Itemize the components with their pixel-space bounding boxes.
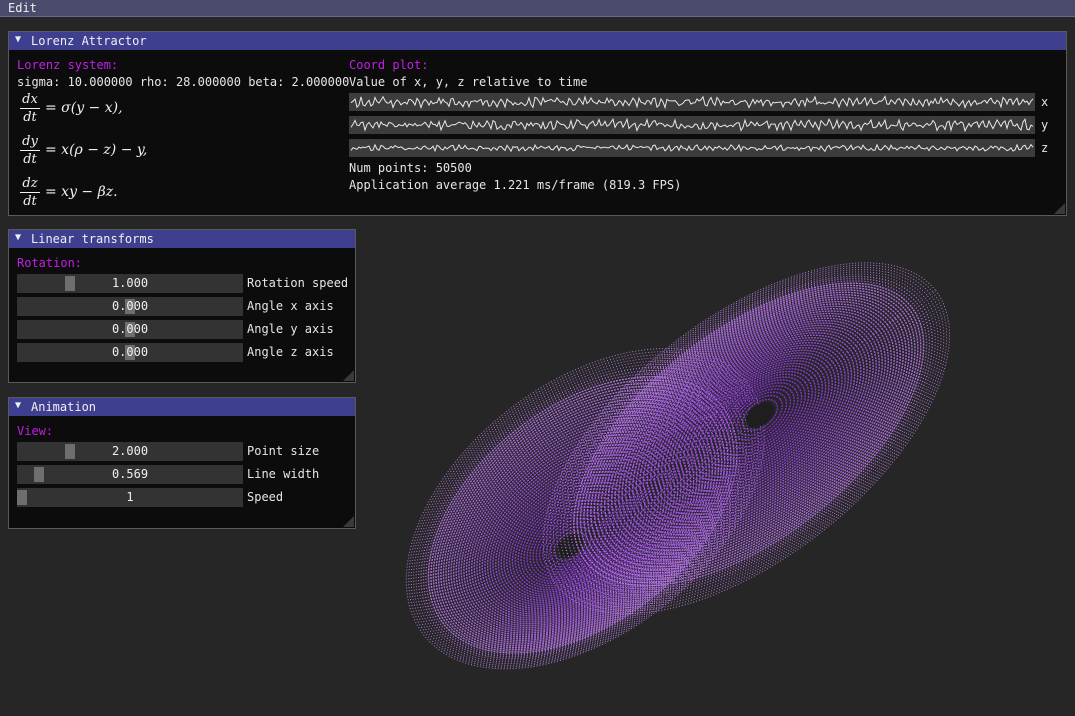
plot-label-z: z — [1041, 141, 1049, 155]
slider-value: 1.000 — [111, 276, 149, 290]
lorenz-window-titlebar[interactable]: ▼ Lorenz Attractor — [9, 32, 1066, 50]
linear-transforms-window: ▼ Linear transforms Rotation: 1.000 Rota… — [8, 229, 356, 383]
slider-value: 1 — [126, 490, 134, 504]
point-size-label: Point size — [247, 444, 320, 458]
eq-denominator: dt — [23, 110, 37, 125]
slider-value: 0.569 — [111, 467, 149, 481]
speed-slider[interactable]: 1 — [17, 488, 243, 507]
menu-bar: Edit — [0, 0, 1075, 17]
coord-plot-subtitle: Value of x, y, z relative to time — [349, 75, 588, 89]
upper-lobe-center — [745, 402, 775, 428]
lorenz-system-header: Lorenz system: — [17, 58, 119, 72]
slider-value: 0.000 — [111, 299, 149, 313]
lorenz-attractor-window: ▼ Lorenz Attractor Lorenz system: sigma:… — [8, 31, 1067, 216]
collapse-arrow-icon[interactable]: ▼ — [15, 34, 21, 45]
window-title: Lorenz Attractor — [31, 34, 147, 48]
line-width-slider[interactable]: 0.569 — [17, 465, 243, 484]
point-size-slider[interactable]: 2.000 — [17, 442, 243, 461]
window-title: Linear transforms — [31, 232, 154, 246]
lorenz-attractor-canvas[interactable] — [340, 220, 1020, 712]
fraction-bar — [20, 108, 40, 109]
eq-rhs: = σ(y − x), — [45, 100, 123, 116]
plot-z[interactable] — [349, 139, 1035, 157]
animation-window: ▼ Animation View: 2.000 Point size 0.569… — [8, 397, 356, 529]
params-text: sigma: 10.000000 rho: 28.000000 beta: 2.… — [17, 75, 350, 89]
fraction-dz: dz dt — [19, 176, 41, 209]
equation-dz: dz dt = xy − βz. — [19, 176, 219, 212]
num-points-text: Num points: 50500 — [349, 161, 472, 175]
collapse-arrow-icon[interactable]: ▼ — [15, 232, 21, 243]
resize-grip[interactable] — [1054, 203, 1065, 214]
orbit-upper-lobe — [579, 287, 919, 581]
plot-x-signal — [350, 95, 1034, 110]
plot-label-y: y — [1041, 118, 1049, 132]
plot-y-signal — [350, 117, 1034, 133]
collapse-arrow-icon[interactable]: ▼ — [15, 400, 21, 411]
orbit-upper-lobe — [576, 284, 922, 584]
plot-x[interactable] — [349, 93, 1035, 111]
animation-window-titlebar[interactable]: ▼ Animation — [9, 398, 355, 416]
attractor-orbits — [405, 262, 950, 670]
fraction-dx: dx dt — [19, 92, 41, 125]
eq-numerator: dy — [22, 134, 38, 149]
equation-dy: dy dt = x(ρ − z) − y, — [19, 134, 219, 170]
equation-dx: dx dt = σ(y − x), — [19, 92, 219, 128]
plot-z-signal — [350, 143, 1034, 153]
slider-value: 0.000 — [111, 345, 149, 359]
slider-value: 2.000 — [111, 444, 149, 458]
angle-z-slider[interactable]: 0.000 — [17, 343, 243, 362]
coord-plot-header: Coord plot: — [349, 58, 429, 72]
fraction-bar — [20, 192, 40, 193]
line-width-label: Line width — [247, 467, 320, 481]
view-header: View: — [17, 424, 54, 438]
angle-y-label: Angle y axis — [247, 322, 334, 336]
speed-label: Speed — [247, 490, 284, 504]
fps-text: Application average 1.221 ms/frame (819.… — [349, 178, 682, 192]
eq-denominator: dt — [23, 194, 37, 209]
eq-numerator: dz — [22, 176, 38, 191]
menu-edit[interactable]: Edit — [8, 1, 37, 15]
angle-y-slider[interactable]: 0.000 — [17, 320, 243, 339]
eq-rhs: = x(ρ − z) − y, — [45, 142, 148, 158]
angle-z-label: Angle z axis — [247, 345, 334, 359]
angle-x-slider[interactable]: 0.000 — [17, 297, 243, 316]
eq-numerator: dx — [22, 92, 38, 107]
rotation-speed-slider[interactable]: 1.000 — [17, 274, 243, 293]
rotation-header: Rotation: — [17, 256, 83, 270]
window-title: Animation — [31, 400, 97, 414]
plot-y[interactable] — [349, 116, 1035, 134]
eq-denominator: dt — [23, 152, 37, 167]
angle-x-label: Angle x axis — [247, 299, 334, 313]
fraction-dy: dy dt — [19, 134, 41, 167]
rotation-speed-label: Rotation speed — [247, 276, 349, 290]
fraction-bar — [20, 150, 40, 151]
slider-value: 0.000 — [111, 322, 149, 336]
linear-window-titlebar[interactable]: ▼ Linear transforms — [9, 230, 355, 248]
plot-label-x: x — [1041, 95, 1049, 109]
eq-rhs: = xy − βz. — [45, 184, 118, 200]
orbit-upper-lobe — [549, 266, 945, 608]
